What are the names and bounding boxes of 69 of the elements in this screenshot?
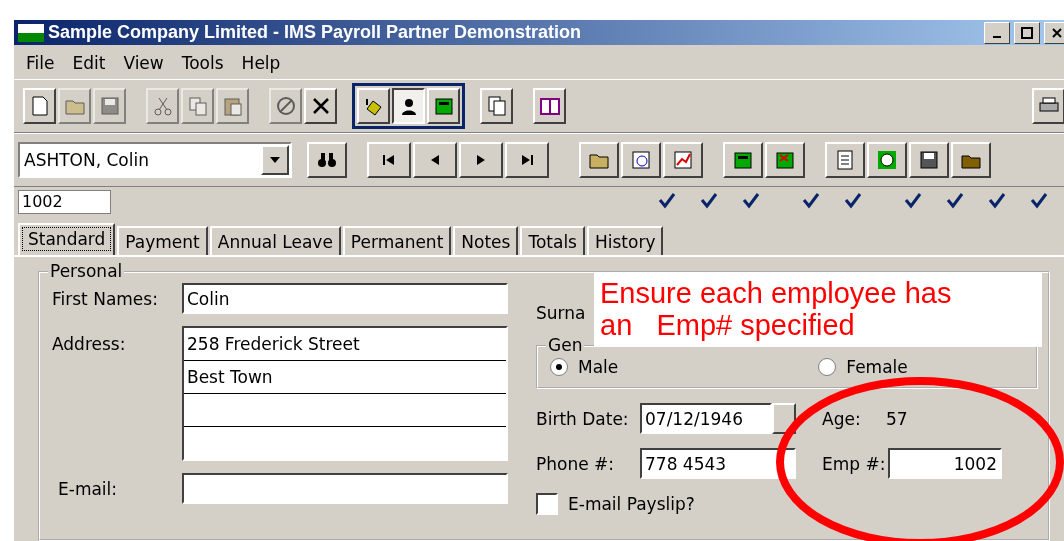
dropdown-button[interactable] [261, 145, 289, 175]
field-label: Birth Date: [536, 408, 630, 429]
field-label: Phone #: [536, 453, 616, 474]
field-label: Emp #: [822, 453, 887, 474]
tab[interactable]: Totals [520, 226, 585, 255]
clipboard-icon [221, 95, 244, 117]
caret-icon [270, 157, 280, 163]
field-label: First Names: [52, 288, 159, 309]
menu-item[interactable]: Help [235, 51, 287, 75]
toolbar-button[interactable] [392, 88, 425, 124]
checkbox[interactable] [536, 493, 558, 515]
checkmark-icon [904, 191, 922, 209]
tab[interactable]: Notes [453, 226, 519, 255]
text-field[interactable]: 1002 [888, 448, 1002, 479]
first-record-icon [381, 152, 397, 168]
radio-label: Male [578, 357, 619, 377]
minimize-icon [993, 35, 1001, 38]
calculator-icon [432, 95, 455, 117]
field-label: E-mail: [57, 478, 119, 499]
scissors-icon [151, 95, 174, 117]
field-label: Surna [536, 303, 587, 323]
checkmark-icon [988, 191, 1006, 209]
checkmark-icon [946, 191, 964, 209]
menu-item[interactable]: File [20, 51, 61, 75]
menu-item[interactable]: Edit [66, 51, 112, 75]
menu-item[interactable]: Tools [175, 51, 230, 75]
text-field[interactable] [182, 473, 508, 504]
date-field[interactable]: 07/12/1946 [640, 403, 772, 434]
chart-icon [672, 149, 694, 171]
tab[interactable]: Permanent [342, 226, 452, 255]
maximize-button[interactable] [1014, 21, 1040, 44]
window-title: Sample Company Limited - IMS Payroll Partner Demonstration [48, 22, 583, 43]
tab[interactable]: Payment [117, 226, 208, 255]
address-field[interactable]: 258 Frederick Street Best Town [182, 326, 508, 461]
checkmark-icon [658, 191, 676, 209]
employee-id-field[interactable]: 1002 [18, 190, 111, 214]
radio-button[interactable] [550, 358, 568, 376]
employee-combo-box[interactable]: ASHTON, Colin [18, 142, 292, 178]
close-icon [1052, 27, 1062, 38]
tab[interactable]: Annual Leave [209, 226, 341, 255]
radio-button[interactable] [818, 358, 837, 376]
tab[interactable]: History [587, 226, 664, 255]
text-field[interactable]: Colin [182, 283, 508, 314]
checkmark-icon [700, 191, 718, 209]
calculator-icon [774, 149, 796, 171]
calculator-icon [732, 149, 754, 171]
checkbox-label: E-mail Payslip? [568, 494, 695, 514]
close-button[interactable] [1044, 21, 1064, 44]
prohibited-icon [274, 95, 297, 117]
age-value: 57 [886, 408, 908, 429]
copy-icon [186, 95, 209, 117]
book-icon [538, 95, 561, 117]
minimize-button[interactable] [984, 21, 1010, 44]
checkmark-icon [844, 191, 862, 209]
app-logo-icon [18, 23, 44, 42]
last-record-icon [519, 152, 535, 168]
text-field[interactable]: 778 4543 [640, 448, 796, 479]
checkmark-icon [802, 191, 820, 209]
checkmark-icon [1030, 191, 1048, 209]
field-label: Address: [52, 333, 127, 354]
pages-icon [485, 95, 508, 117]
document-icon [834, 149, 856, 171]
maximize-icon [1021, 26, 1033, 39]
radio-label: Female [846, 357, 908, 377]
annotation-callout: Ensure each employee has an Emp# specified [594, 273, 1042, 347]
field-label: Age: [822, 408, 862, 429]
checkmark-icon [742, 191, 760, 209]
tab[interactable]: Standard [18, 223, 116, 255]
menu-item[interactable]: View [117, 51, 170, 75]
